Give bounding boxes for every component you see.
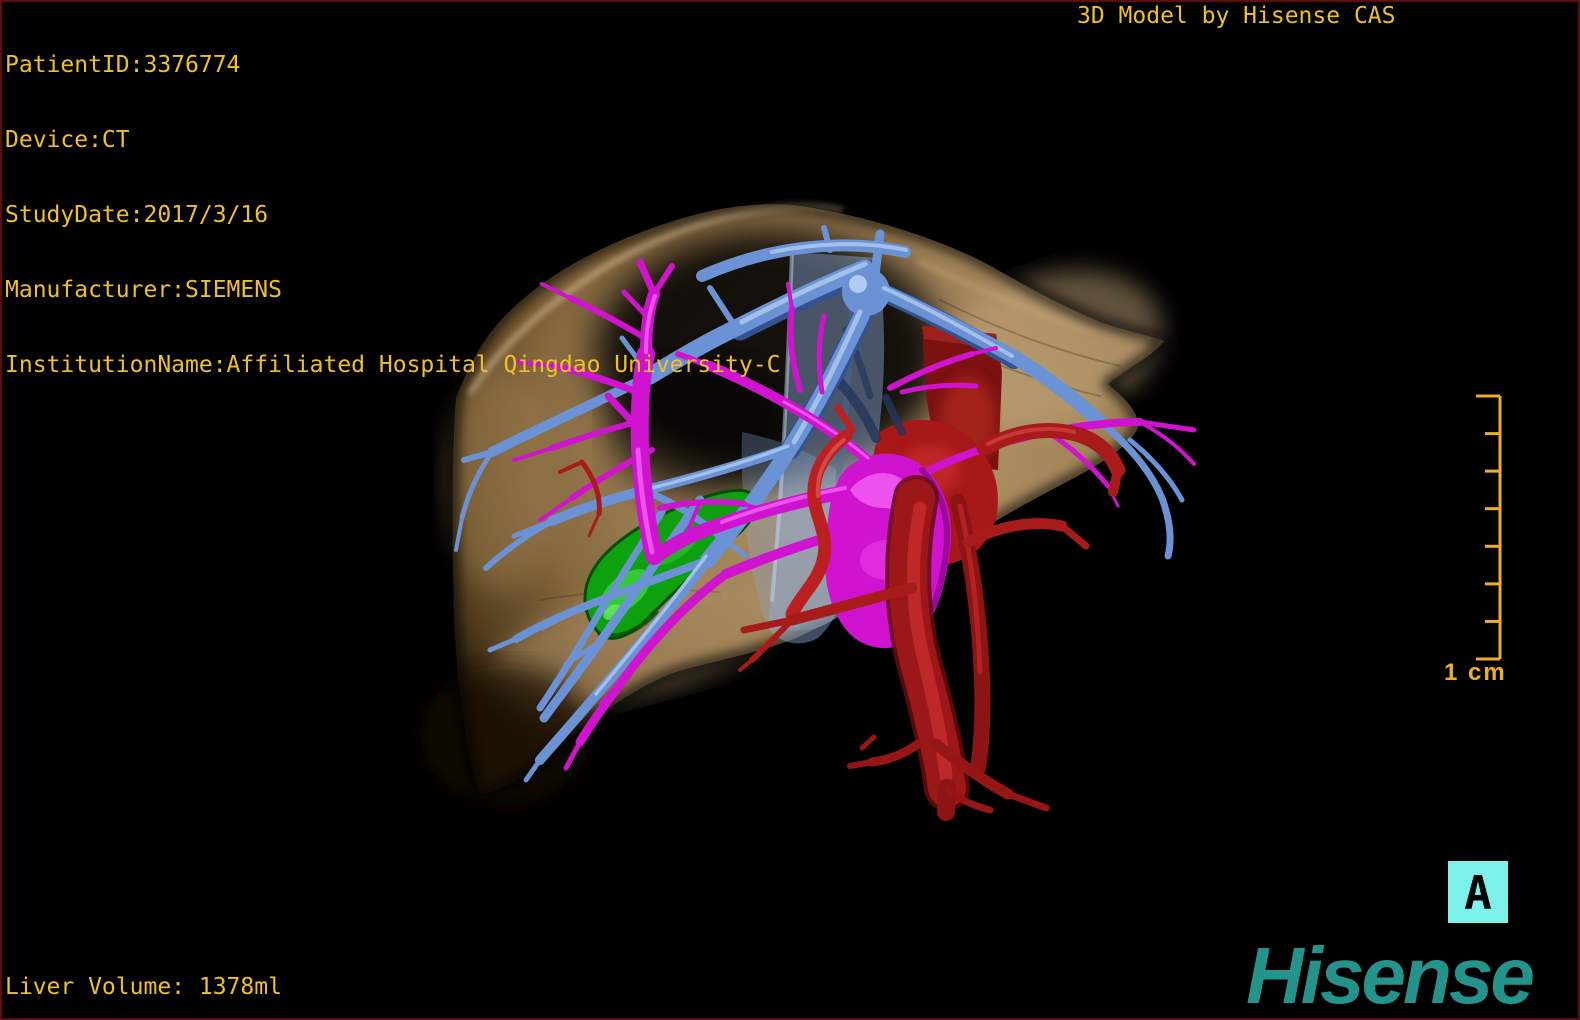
- orientation-marker: A: [1448, 861, 1508, 923]
- application-window: PatientID:3376774 Device:CT StudyDate:20…: [0, 0, 1580, 1020]
- metadata-line-study-date: StudyDate:2017/3/16: [5, 202, 269, 228]
- scale-bar-label: 1 cm: [1444, 659, 1507, 686]
- metadata-line-patient-id: PatientID:3376774: [5, 52, 241, 78]
- metadata-line-manufacturer: Manufacturer:SIEMENS: [5, 277, 282, 303]
- watermark-title: 3D Model by Hisense CAS: [1077, 3, 1396, 29]
- hisense-logo: Hisense: [1246, 931, 1535, 1020]
- metadata-line-device: Device:CT: [5, 127, 130, 153]
- patient-metadata: PatientID:3376774 Device:CT StudyDate:20…: [5, 3, 780, 428]
- liver-volume-readout: Liver Volume: 1378ml: [5, 974, 282, 1000]
- metadata-line-institution: InstitutionName:Affiliated Hospital Qing…: [5, 352, 781, 378]
